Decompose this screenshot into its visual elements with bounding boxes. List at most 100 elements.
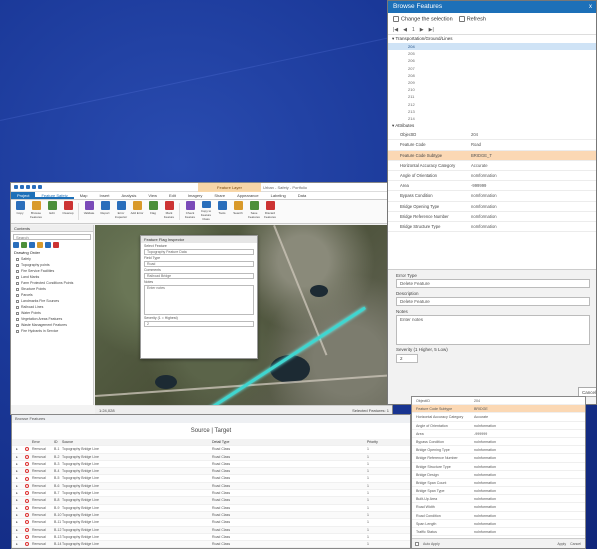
notes-input[interactable]: Enter notes xyxy=(396,315,590,345)
layer-visibility-checkbox[interactable] xyxy=(16,299,19,303)
attribute-row[interactable]: Feature Code Road xyxy=(388,140,596,151)
severity-select[interactable]: 2 xyxy=(396,354,418,363)
nav-button[interactable]: |◀ xyxy=(393,27,398,33)
attribute-value[interactable]: Accurate xyxy=(474,413,488,420)
tab-insert[interactable]: Insert xyxy=(93,192,115,199)
error-type-input[interactable]: Delete Feature xyxy=(396,279,590,288)
row-expand-icon[interactable]: ▸ xyxy=(12,461,22,467)
new-icon[interactable] xyxy=(14,185,18,189)
object-id-item[interactable]: 212 xyxy=(388,101,596,108)
nav-button[interactable]: ◀ xyxy=(403,27,407,33)
table-row[interactable]: ▸ Removal B-8 Topography Bridge Line Road Cl… xyxy=(12,497,410,505)
attribute-row[interactable]: Bridge Structure Type noInformation xyxy=(412,463,585,471)
attribute-row[interactable]: Road Condition noInformation xyxy=(412,512,585,520)
tab-data[interactable]: Data xyxy=(292,192,312,199)
close-icon[interactable]: x xyxy=(589,1,592,13)
flag-field-input[interactable]: 2 xyxy=(144,321,254,327)
attribute-row[interactable]: Built-Up Area noInformation xyxy=(412,495,585,504)
table-row[interactable]: ▸ Removal B-1 Topography Bridge Line Road Cl… xyxy=(12,446,410,454)
list-selection-icon[interactable] xyxy=(29,242,35,248)
attribute-row[interactable]: Bridge Reference Number noInformation xyxy=(412,454,585,463)
table-row[interactable]: ▸ Removal B-2 Topography Bridge Line Road Cl… xyxy=(12,453,410,461)
list-drawing-order-icon[interactable] xyxy=(13,242,19,248)
layer-visibility-checkbox[interactable] xyxy=(16,293,19,297)
list-labeling-icon[interactable] xyxy=(53,242,59,248)
attribute-value[interactable]: Road xyxy=(468,140,596,149)
layer-visibility-checkbox[interactable] xyxy=(16,287,19,291)
column-header[interactable]: Detail Type xyxy=(212,439,367,445)
column-header[interactable]: Error xyxy=(32,439,54,445)
nav-button[interactable]: ▶| xyxy=(429,27,434,33)
column-header[interactable]: Source xyxy=(62,439,212,445)
ribbon-button-validate[interactable]: Validate xyxy=(82,201,96,221)
tab-view[interactable]: View xyxy=(142,192,163,199)
layer-item[interactable]: Fire Hydrants in Service xyxy=(11,328,93,334)
layer-visibility-checkbox[interactable] xyxy=(16,323,19,327)
layer-visibility-checkbox[interactable] xyxy=(16,311,19,315)
layer-visibility-checkbox[interactable] xyxy=(16,317,19,321)
attribute-row[interactable]: Traffic Status noInformation xyxy=(412,528,585,537)
table-row[interactable]: ▸ Removal B-4 Topography Bridge Line Road Cl… xyxy=(12,468,410,476)
attribute-value[interactable]: -999999 xyxy=(468,181,596,190)
tab-edit[interactable]: Edit xyxy=(163,192,182,199)
open-icon[interactable] xyxy=(20,185,24,189)
ribbon-button-browse-features[interactable]: Browse Features xyxy=(29,201,43,221)
attribute-value[interactable]: noInformation xyxy=(474,503,496,510)
tab-project[interactable]: Project xyxy=(11,192,36,199)
object-id-item[interactable]: 204 xyxy=(388,43,596,51)
object-id-item[interactable]: 211 xyxy=(388,93,596,100)
row-expand-icon[interactable]: ▸ xyxy=(12,534,22,540)
list-source-icon[interactable] xyxy=(21,242,27,248)
ribbon-button-discard-features[interactable]: Discard Features xyxy=(263,201,277,221)
table-row[interactable]: ▸ Removal B-10 Topography Bridge Line Road C… xyxy=(12,511,410,520)
row-expand-icon[interactable]: ▸ xyxy=(12,483,22,489)
attribute-row[interactable]: Bridge Opening Type noInformation xyxy=(388,202,596,212)
attribute-value[interactable]: noInformation xyxy=(474,512,496,519)
attribute-value[interactable]: -999999 xyxy=(474,430,487,437)
object-id-item[interactable]: 207 xyxy=(388,65,596,72)
table-row[interactable]: ▸ Removal B-9 Topography Bridge Line Road Cl… xyxy=(12,505,410,512)
column-header[interactable] xyxy=(22,439,32,445)
row-expand-icon[interactable]: ▸ xyxy=(12,541,22,547)
list-snapping-icon[interactable] xyxy=(45,242,51,248)
object-id-item[interactable]: 209 xyxy=(388,79,596,86)
row-expand-icon[interactable]: ▸ xyxy=(12,527,22,533)
attribute-row[interactable]: ObjectID 204 xyxy=(412,397,585,406)
row-expand-icon[interactable]: ▸ xyxy=(12,505,22,511)
table-row[interactable]: ▸ Removal B-13 Topography Bridge Line Road C… xyxy=(12,534,410,542)
object-id-item[interactable]: 213 xyxy=(388,108,596,115)
row-expand-icon[interactable]: ▸ xyxy=(12,446,22,452)
attribute-value[interactable]: noInformation xyxy=(474,487,496,494)
attribute-value[interactable]: noInformation xyxy=(468,212,596,221)
object-id-item[interactable]: 208 xyxy=(388,72,596,79)
row-expand-icon[interactable]: ▸ xyxy=(12,519,22,525)
row-expand-icon[interactable]: ▸ xyxy=(12,475,22,481)
row-expand-icon[interactable]: ▸ xyxy=(12,490,22,496)
attribute-value[interactable]: noInformation xyxy=(468,202,596,211)
flag-field-input[interactable]: Road xyxy=(144,261,254,267)
row-expand-icon[interactable]: ▸ xyxy=(12,512,22,518)
table-row[interactable]: ▸ Removal B-3 Topography Bridge Line Road Cl… xyxy=(12,461,410,469)
auto-apply-checkbox[interactable] xyxy=(415,541,419,546)
layer-visibility-checkbox[interactable] xyxy=(16,281,19,285)
description-input[interactable]: Delete Feature xyxy=(396,297,590,306)
attribute-row[interactable]: ObjectID 204 xyxy=(388,130,596,141)
tab-feature-safety[interactable]: Feature Safety xyxy=(35,192,74,199)
attribute-row[interactable]: Area -999999 xyxy=(412,430,585,438)
table-row[interactable]: ▸ Removal B-14 Topography Bridge Line Road C… xyxy=(12,541,410,548)
undo-icon[interactable] xyxy=(32,185,36,189)
tab-analysis[interactable]: Analysis xyxy=(116,192,143,199)
ribbon-button-search[interactable]: Search xyxy=(231,201,245,221)
tab-labeling[interactable]: Labeling xyxy=(265,192,292,199)
table-row[interactable]: ▸ Removal B-5 Topography Bridge Line Road Cl… xyxy=(12,475,410,483)
attribute-value[interactable]: noInformation xyxy=(474,520,496,527)
attribute-value[interactable]: noInformation xyxy=(468,191,596,200)
ribbon-button-error-inspector[interactable]: Error Inspector xyxy=(114,201,128,221)
apply-button[interactable]: Apply xyxy=(557,542,566,546)
object-id-item[interactable]: 205 xyxy=(388,50,596,57)
list-editing-icon[interactable] xyxy=(37,242,43,248)
layer-visibility-checkbox[interactable] xyxy=(16,305,19,309)
ribbon-button-copy[interactable]: Copy xyxy=(13,201,27,221)
layer-visibility-checkbox[interactable] xyxy=(16,275,19,279)
ribbon-button-add-error[interactable]: Add Error xyxy=(130,201,144,221)
